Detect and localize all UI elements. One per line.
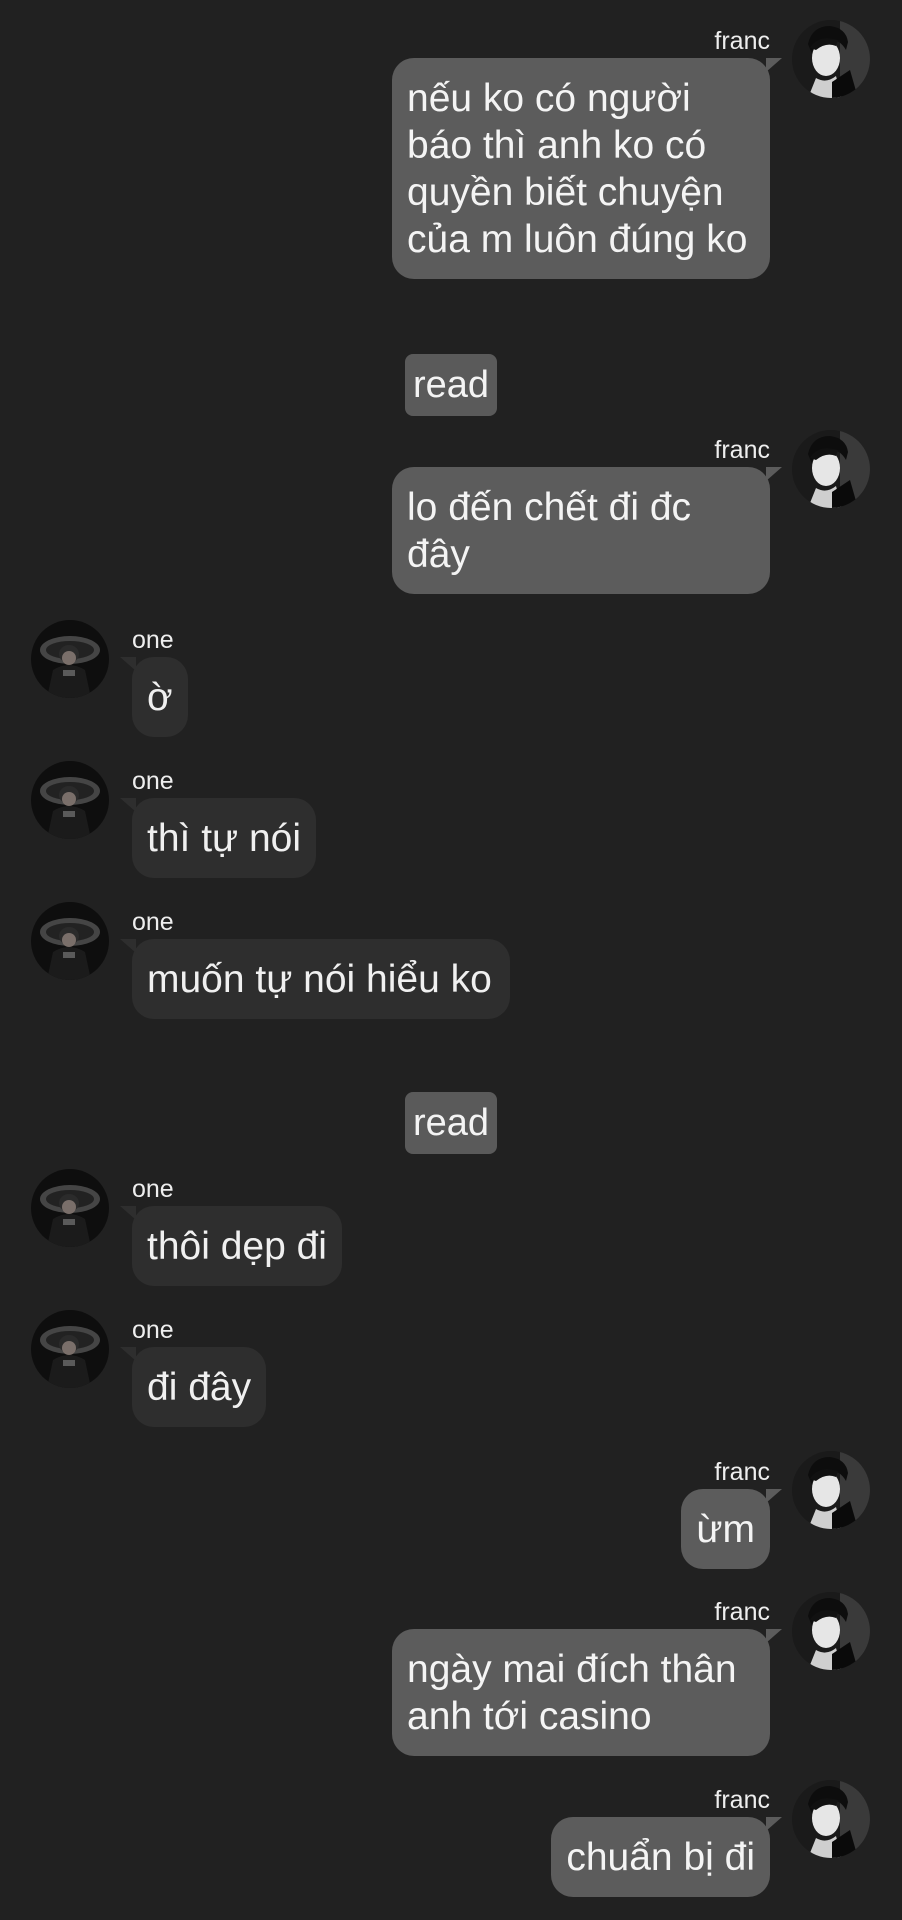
sender-name: franc — [714, 1786, 770, 1814]
message-bubble-outgoing[interactable]: chuẩn bị đi — [551, 1817, 770, 1897]
message-text: thôi dẹp đi — [147, 1225, 327, 1268]
sender-name: franc — [714, 1458, 770, 1486]
one-avatar-icon[interactable] — [31, 1310, 109, 1388]
sender-name: franc — [714, 1598, 770, 1626]
message-text: lo đến chết đi đc đây — [407, 486, 692, 576]
sender-name: franc — [714, 27, 770, 55]
read-receipt-badge: read — [405, 354, 497, 416]
message-bubble-incoming[interactable]: đi đây — [132, 1347, 267, 1427]
franc-avatar-icon[interactable] — [792, 1451, 870, 1529]
sender-name: one — [132, 767, 174, 795]
sender-name: franc — [714, 436, 770, 464]
message-text: đi đây — [147, 1366, 252, 1409]
message-bubble-outgoing[interactable]: ừm — [681, 1489, 770, 1569]
message-text: nếu ko có người báo thì anh ko có quyền … — [407, 77, 748, 261]
message-bubble-incoming[interactable]: muốn tự nói hiểu ko — [132, 939, 510, 1019]
message-bubble-incoming[interactable]: thì tự nói — [132, 798, 317, 878]
one-avatar-icon[interactable] — [31, 620, 109, 698]
message-text: ngày mai đích thân anh tới casino — [407, 1648, 737, 1738]
message-bubble-outgoing[interactable]: ngày mai đích thân anh tới casino — [392, 1629, 770, 1756]
sender-name: one — [132, 908, 174, 936]
sender-name: one — [132, 1316, 174, 1344]
one-avatar-icon[interactable] — [31, 761, 109, 839]
message-text: ừm — [696, 1508, 755, 1551]
message-bubble-outgoing[interactable]: lo đến chết đi đc đây — [392, 467, 770, 594]
chat-thread: franc nếu ko có người báo thì anh ko có … — [0, 0, 902, 1920]
franc-avatar-icon[interactable] — [792, 20, 870, 98]
one-avatar-icon[interactable] — [31, 902, 109, 980]
read-receipt-badge: read — [405, 1092, 497, 1154]
message-bubble-incoming[interactable]: thôi dẹp đi — [132, 1206, 342, 1286]
sender-name: one — [132, 626, 174, 654]
message-text: thì tự nói — [147, 817, 302, 860]
franc-avatar-icon[interactable] — [792, 1780, 870, 1858]
sender-name: one — [132, 1175, 174, 1203]
message-text: ờ — [147, 676, 173, 719]
message-bubble-outgoing[interactable]: nếu ko có người báo thì anh ko có quyền … — [392, 58, 770, 279]
franc-avatar-icon[interactable] — [792, 1592, 870, 1670]
message-text: muốn tự nói hiểu ko — [147, 958, 492, 1001]
one-avatar-icon[interactable] — [31, 1169, 109, 1247]
franc-avatar-icon[interactable] — [792, 430, 870, 508]
message-text: chuẩn bị đi — [566, 1836, 755, 1879]
message-bubble-incoming[interactable]: ờ — [132, 657, 188, 737]
